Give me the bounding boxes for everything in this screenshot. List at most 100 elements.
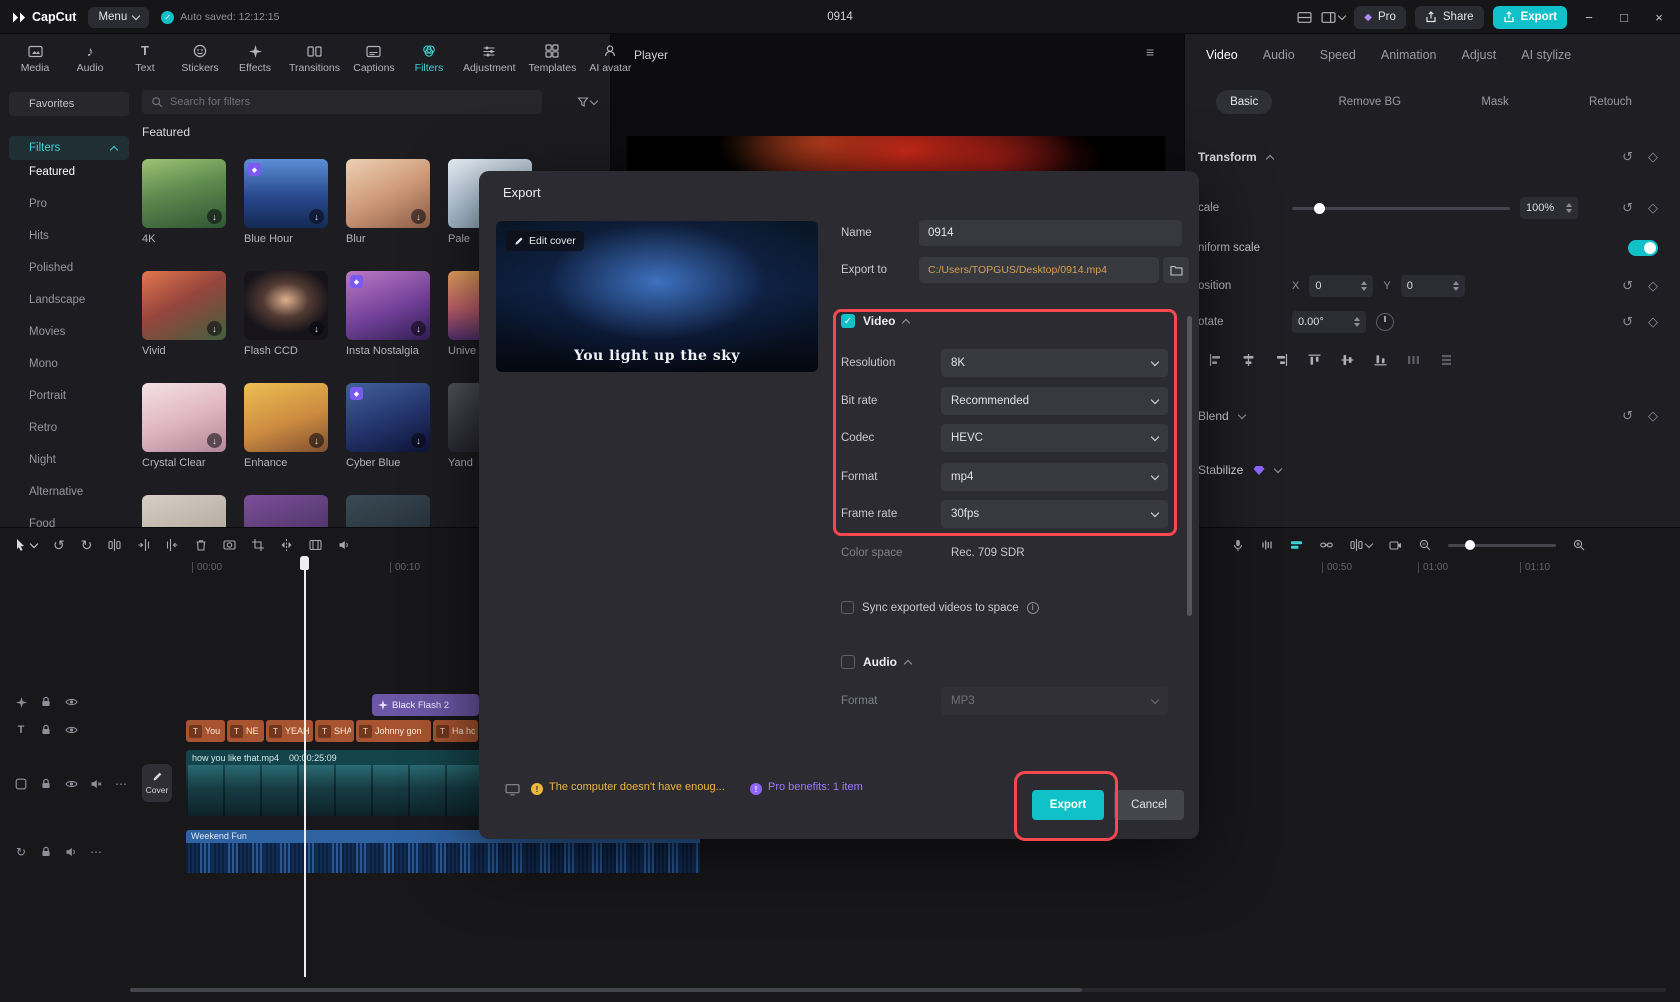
category-pro[interactable]: Pro xyxy=(9,188,129,220)
text-clip[interactable]: TSHAK xyxy=(315,720,354,742)
stepper-arrows[interactable] xyxy=(1453,281,1459,291)
tab-animation[interactable]: Animation xyxy=(1381,48,1437,62)
tab-video[interactable]: Video xyxy=(1206,48,1238,62)
tab-media[interactable]: Media xyxy=(14,45,56,74)
mirror-button[interactable] xyxy=(280,539,293,551)
download-icon[interactable]: ↓ xyxy=(411,321,426,336)
playhead-line[interactable] xyxy=(304,556,306,977)
download-icon[interactable]: ↓ xyxy=(309,209,324,224)
filter-card[interactable]: ↓Vivid xyxy=(142,271,226,357)
scrollbar-thumb[interactable] xyxy=(130,988,1082,992)
voiceover-mic-button[interactable] xyxy=(1232,539,1244,552)
tab-speed[interactable]: Speed xyxy=(1320,48,1356,62)
scale-slider[interactable] xyxy=(1292,207,1510,210)
category-featured[interactable]: Featured xyxy=(9,156,129,188)
subtab-mask[interactable]: Mask xyxy=(1467,90,1522,114)
slider-knob[interactable] xyxy=(1314,203,1325,214)
download-icon[interactable]: ↓ xyxy=(207,209,222,224)
filter-card[interactable] xyxy=(142,495,226,527)
tab-stickers[interactable]: Stickers xyxy=(179,44,221,74)
tab-captions[interactable]: Captions xyxy=(353,45,395,74)
keyframe-icon[interactable]: ◇ xyxy=(1648,278,1658,294)
filter-card[interactable]: ◆↓Insta Nostalgia xyxy=(346,271,430,357)
edit-cover-button[interactable]: Edit cover xyxy=(506,231,584,251)
audio-levels-button[interactable] xyxy=(1261,539,1273,551)
filter-card[interactable]: ↓Enhance xyxy=(244,383,328,469)
text-clip[interactable]: THa hou xyxy=(433,720,478,742)
filter-card[interactable]: ↓4K xyxy=(142,159,226,245)
rotate-stepper[interactable]: 0.00° xyxy=(1292,311,1366,333)
category-mono[interactable]: Mono xyxy=(9,348,129,380)
extract-audio-button[interactable] xyxy=(338,539,350,551)
minimize-button[interactable]: − xyxy=(1576,6,1602,29)
distribute-v-icon[interactable] xyxy=(1436,350,1456,370)
tab-templates[interactable]: Templates xyxy=(529,44,577,74)
speaker-icon[interactable] xyxy=(64,846,78,858)
text-clip[interactable]: TYou xyxy=(186,720,225,742)
timeline-hscrollbar[interactable] xyxy=(130,988,1666,992)
download-icon[interactable]: ↓ xyxy=(207,433,222,448)
keyframe-icon[interactable]: ◇ xyxy=(1648,149,1658,165)
panel-layout-icon[interactable] xyxy=(1321,11,1345,24)
lock-icon[interactable] xyxy=(39,778,53,790)
slider-knob[interactable] xyxy=(1465,540,1475,550)
align-center-v-icon[interactable] xyxy=(1337,350,1357,370)
search-box[interactable] xyxy=(142,90,542,114)
pro-benefits-text[interactable]: Pro benefits: 1 item xyxy=(768,781,863,793)
filter-card[interactable]: ◆↓Cyber Blue xyxy=(346,383,430,469)
tab-adjust[interactable]: Adjust xyxy=(1461,48,1496,62)
more-icon[interactable]: ⋯ xyxy=(89,845,103,859)
link-button[interactable] xyxy=(1320,539,1333,551)
timeline-zoom-slider[interactable] xyxy=(1448,544,1556,547)
undo-button[interactable]: ↺ xyxy=(53,537,65,554)
close-button[interactable]: × xyxy=(1646,6,1672,29)
chevron-down-icon[interactable] xyxy=(1274,464,1282,472)
eye-icon[interactable] xyxy=(64,696,78,708)
distribute-h-icon[interactable] xyxy=(1403,350,1423,370)
tab-transitions[interactable]: Transitions xyxy=(289,45,340,74)
zoom-out-icon[interactable] xyxy=(1419,539,1431,551)
cancel-button[interactable]: Cancel xyxy=(1114,790,1184,820)
tab-audio-props[interactable]: Audio xyxy=(1263,48,1295,62)
pro-button[interactable]: ◆ Pro xyxy=(1354,6,1406,29)
reset-icon[interactable]: ↺ xyxy=(1622,314,1633,330)
text-clip[interactable]: TJohnny gon xyxy=(356,720,431,742)
reset-icon[interactable]: ↺ xyxy=(1622,149,1633,165)
align-left-icon[interactable] xyxy=(1205,350,1225,370)
filter-card[interactable]: ↓Crystal Clear xyxy=(142,383,226,469)
filter-sort-button[interactable] xyxy=(576,92,598,112)
tab-text[interactable]: TText xyxy=(124,44,166,74)
trim-right-button[interactable] xyxy=(166,539,179,551)
subtab-basic[interactable]: Basic xyxy=(1216,90,1272,114)
delete-button[interactable] xyxy=(195,539,207,552)
redo-button[interactable]: ↻ xyxy=(81,537,93,554)
align-bottom-icon[interactable] xyxy=(1370,350,1390,370)
sync-checkbox[interactable] xyxy=(841,601,854,614)
cover-button[interactable]: Cover xyxy=(142,764,172,802)
dialog-scrollbar[interactable] xyxy=(1187,316,1192,616)
mute-icon[interactable] xyxy=(89,778,103,790)
chevron-down-icon[interactable] xyxy=(1237,410,1245,418)
scale-value-stepper[interactable]: 100% xyxy=(1520,197,1578,219)
reset-icon[interactable]: ↺ xyxy=(1622,278,1633,294)
subtab-remove-bg[interactable]: Remove BG xyxy=(1324,90,1415,114)
info-icon[interactable]: i xyxy=(1027,602,1039,614)
download-icon[interactable]: ↓ xyxy=(309,321,324,336)
tab-ai-avatar[interactable]: AI avatar xyxy=(589,44,631,74)
browse-folder-button[interactable] xyxy=(1163,257,1189,283)
eye-icon[interactable] xyxy=(64,724,78,736)
search-input[interactable] xyxy=(170,96,533,108)
category-landscape[interactable]: Landscape xyxy=(9,284,129,316)
effect-clip[interactable]: Black Flash 2 xyxy=(372,694,479,716)
stepper-arrows[interactable] xyxy=(1566,203,1572,213)
keyframe-icon[interactable]: ◇ xyxy=(1648,200,1658,216)
category-retro[interactable]: Retro xyxy=(9,412,129,444)
auto-cut-button[interactable] xyxy=(1350,539,1372,551)
reset-icon[interactable]: ↺ xyxy=(1622,200,1633,216)
lock-icon[interactable] xyxy=(39,724,53,736)
filter-card[interactable]: ↓Flash CCD xyxy=(244,271,328,357)
maximize-button[interactable]: □ xyxy=(1611,6,1637,29)
filter-card[interactable] xyxy=(244,495,328,527)
rotate-dial[interactable] xyxy=(1376,313,1394,331)
filter-card[interactable] xyxy=(346,495,430,527)
